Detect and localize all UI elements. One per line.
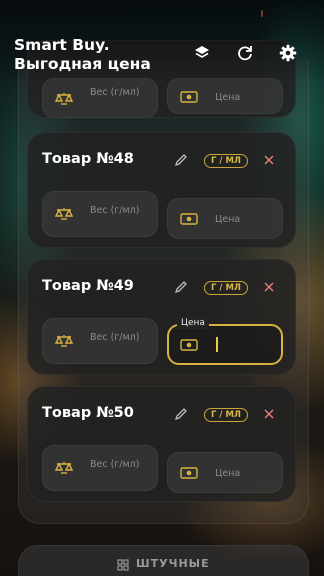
close-icon[interactable] xyxy=(263,154,275,166)
price-input[interactable]: Цена xyxy=(167,198,283,239)
tab-piece-items[interactable]: ШТУЧНЫЕ xyxy=(18,545,309,576)
weight-input[interactable]: Вес (г/мл) xyxy=(42,191,158,237)
scale-icon xyxy=(55,462,73,474)
price-placeholder: Цена xyxy=(215,214,241,225)
scale-icon xyxy=(55,93,73,105)
text-caret xyxy=(216,337,218,352)
price-placeholder: Цена xyxy=(215,468,241,479)
layers-button[interactable] xyxy=(189,40,215,66)
scale-icon xyxy=(55,335,73,347)
weight-input[interactable]: Вес (г/мл) xyxy=(42,445,158,491)
layers-icon xyxy=(195,46,209,58)
weight-placeholder: Вес (г/мл) xyxy=(90,87,140,98)
refresh-button[interactable] xyxy=(232,40,258,66)
scale-icon xyxy=(55,208,73,220)
product-card: Товар №48 Г / МЛ Вес (г/мл) Цена xyxy=(27,132,296,248)
price-label: Цена xyxy=(177,317,209,329)
app-title: Smart Buy. Выгодная цена xyxy=(14,36,151,73)
tab-label: ШТУЧНЫЕ xyxy=(136,557,210,570)
unit-badge[interactable]: Г / МЛ xyxy=(204,281,248,295)
product-title: Товар №48 xyxy=(42,151,134,167)
pencil-icon[interactable] xyxy=(174,280,188,294)
price-placeholder: Цена xyxy=(215,92,241,103)
close-icon[interactable] xyxy=(263,408,275,420)
close-icon[interactable] xyxy=(263,281,275,293)
money-icon xyxy=(180,339,198,351)
weight-placeholder: Вес (г/мл) xyxy=(90,332,140,343)
weight-placeholder: Вес (г/мл) xyxy=(90,459,140,470)
product-card: Товар №50 Г / МЛ Вес (г/мл) Цена xyxy=(27,386,296,502)
unit-badge[interactable]: Г / МЛ xyxy=(204,154,248,168)
grid-icon xyxy=(117,559,129,571)
money-icon xyxy=(180,213,198,225)
weight-input[interactable]: Вес (г/мл) xyxy=(42,318,158,364)
price-input[interactable]: Цена xyxy=(167,452,283,493)
money-icon xyxy=(180,91,198,103)
product-title: Товар №50 xyxy=(42,405,134,421)
price-input[interactable]: Цена xyxy=(167,78,283,114)
product-card: Товар №49 Г / МЛ Вес (г/мл) Цена xyxy=(27,259,296,375)
app-header: Smart Buy. Выгодная цена xyxy=(0,0,324,80)
gear-icon xyxy=(279,44,297,62)
pencil-icon[interactable] xyxy=(174,153,188,167)
unit-badge[interactable]: Г / МЛ xyxy=(204,408,248,422)
weight-placeholder: Вес (г/мл) xyxy=(90,205,140,216)
refresh-icon xyxy=(238,46,252,61)
money-icon xyxy=(180,467,198,479)
weight-input[interactable]: Вес (г/мл) xyxy=(42,78,158,118)
pencil-icon[interactable] xyxy=(174,407,188,421)
settings-button[interactable] xyxy=(275,40,301,66)
price-input-focused[interactable]: Цена xyxy=(167,317,283,365)
product-title: Товар №49 xyxy=(42,278,134,294)
